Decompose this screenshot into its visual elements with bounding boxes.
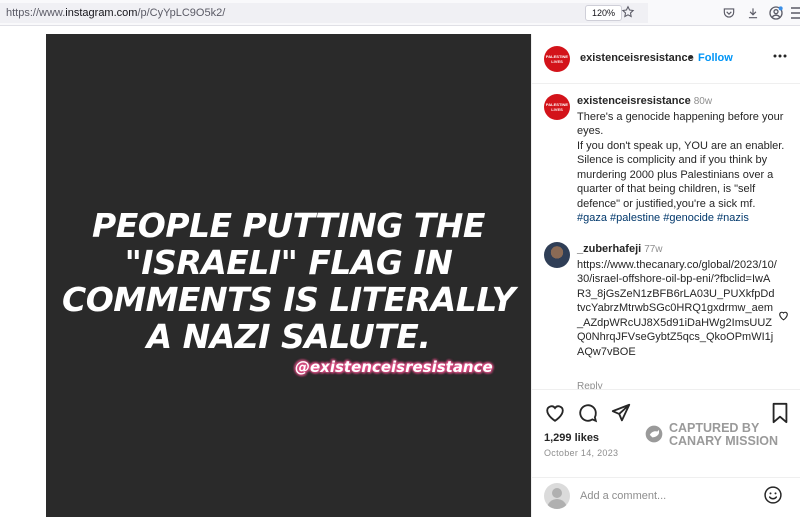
downloads-icon[interactable] xyxy=(744,4,762,22)
headline-line: PEOPLE PUTTING THE xyxy=(92,206,485,245)
commenter-username[interactable]: _zuberhafeji xyxy=(577,243,641,255)
author-avatar[interactable]: PALESTINE LIVES xyxy=(544,46,570,72)
comment-text[interactable]: https://www.thecanary.co/global/2023/10/… xyxy=(577,259,777,358)
caption-line: There's a genocide happening before your… xyxy=(577,110,784,138)
like-count[interactable]: 1,299 likes xyxy=(544,432,599,444)
comment-bubble-icon[interactable] xyxy=(577,402,599,429)
current-user-avatar xyxy=(544,483,570,509)
address-bar[interactable]: https://www.instagram.com/p/CyYpLC9O5k2/… xyxy=(0,3,648,23)
post-image[interactable]: PEOPLE PUTTING THE "ISRAELI" FLAG IN COM… xyxy=(46,34,531,517)
commenter-avatar[interactable] xyxy=(544,242,570,268)
post-date: October 14, 2023 xyxy=(544,448,619,458)
reply-button[interactable]: Reply xyxy=(577,381,603,389)
add-comment-bar xyxy=(532,477,800,517)
caption-username[interactable]: existenceisresistance xyxy=(577,95,691,107)
post-actions: 1,299 likes October 14, 2023 CAPTURED BY… xyxy=(532,389,800,489)
share-send-icon[interactable] xyxy=(610,402,632,429)
like-heart-icon[interactable] xyxy=(544,402,566,429)
more-dots-icon xyxy=(773,54,787,58)
pocket-icon[interactable] xyxy=(720,4,738,22)
emoji-smiley-icon[interactable] xyxy=(763,485,783,510)
canary-bird-icon xyxy=(644,424,664,449)
post-header: PALESTINE LIVES existenceisresistance • … xyxy=(532,34,800,84)
caption-hashtags[interactable]: #gaza #palestine #genocide #nazis xyxy=(577,211,799,226)
url-text: https://www.instagram.com/p/CyYpLC9O5k2/ xyxy=(6,7,226,19)
comment-like-heart-icon[interactable] xyxy=(777,309,790,327)
comment-time: 77w xyxy=(644,244,663,255)
caption-line: If you don't speak up, YOU are an enable… xyxy=(577,139,785,152)
more-options-button[interactable] xyxy=(772,48,788,67)
follow-button[interactable]: Follow xyxy=(698,52,733,64)
caption-line: Silence is complicity and if you think b… xyxy=(577,154,774,210)
author-username[interactable]: existenceisresistance xyxy=(580,52,694,64)
image-handle-watermark: @existenceisresistance xyxy=(295,358,493,376)
comment: _zuberhafeji 77w https://www.thecanary.co… xyxy=(577,242,777,359)
post-headline: PEOPLE PUTTING THE "ISRAELI" FLAG IN COM… xyxy=(46,207,531,355)
browser-toolbar: https://www.instagram.com/p/CyYpLC9O5k2/… xyxy=(0,0,800,26)
zoom-level-button[interactable]: 120% xyxy=(585,5,623,21)
post-sidebar: PALESTINE LIVES existenceisresistance • … xyxy=(531,34,800,517)
account-icon[interactable] xyxy=(767,4,785,22)
add-comment-input[interactable] xyxy=(580,488,760,504)
headline-line: COMMENTS IS LITERALLY xyxy=(61,280,516,319)
caption: existenceisresistance 80w There's a genoc… xyxy=(577,94,799,226)
captured-by-watermark: CAPTURED BY CANARY MISSION xyxy=(669,421,779,448)
separator-dot: • xyxy=(689,52,693,64)
menu-icon[interactable] xyxy=(788,4,800,22)
comments-list[interactable]: PALESTINE LIVES existenceisresistance 80w… xyxy=(532,84,800,389)
caption-avatar[interactable]: PALESTINE LIVES xyxy=(544,94,570,120)
headline-line: "ISRAELI" FLAG IN xyxy=(124,243,453,282)
caption-time: 80w xyxy=(693,96,713,107)
headline-line: A NAZI SALUTE. xyxy=(146,317,431,356)
bookmark-star-icon[interactable] xyxy=(619,3,637,21)
